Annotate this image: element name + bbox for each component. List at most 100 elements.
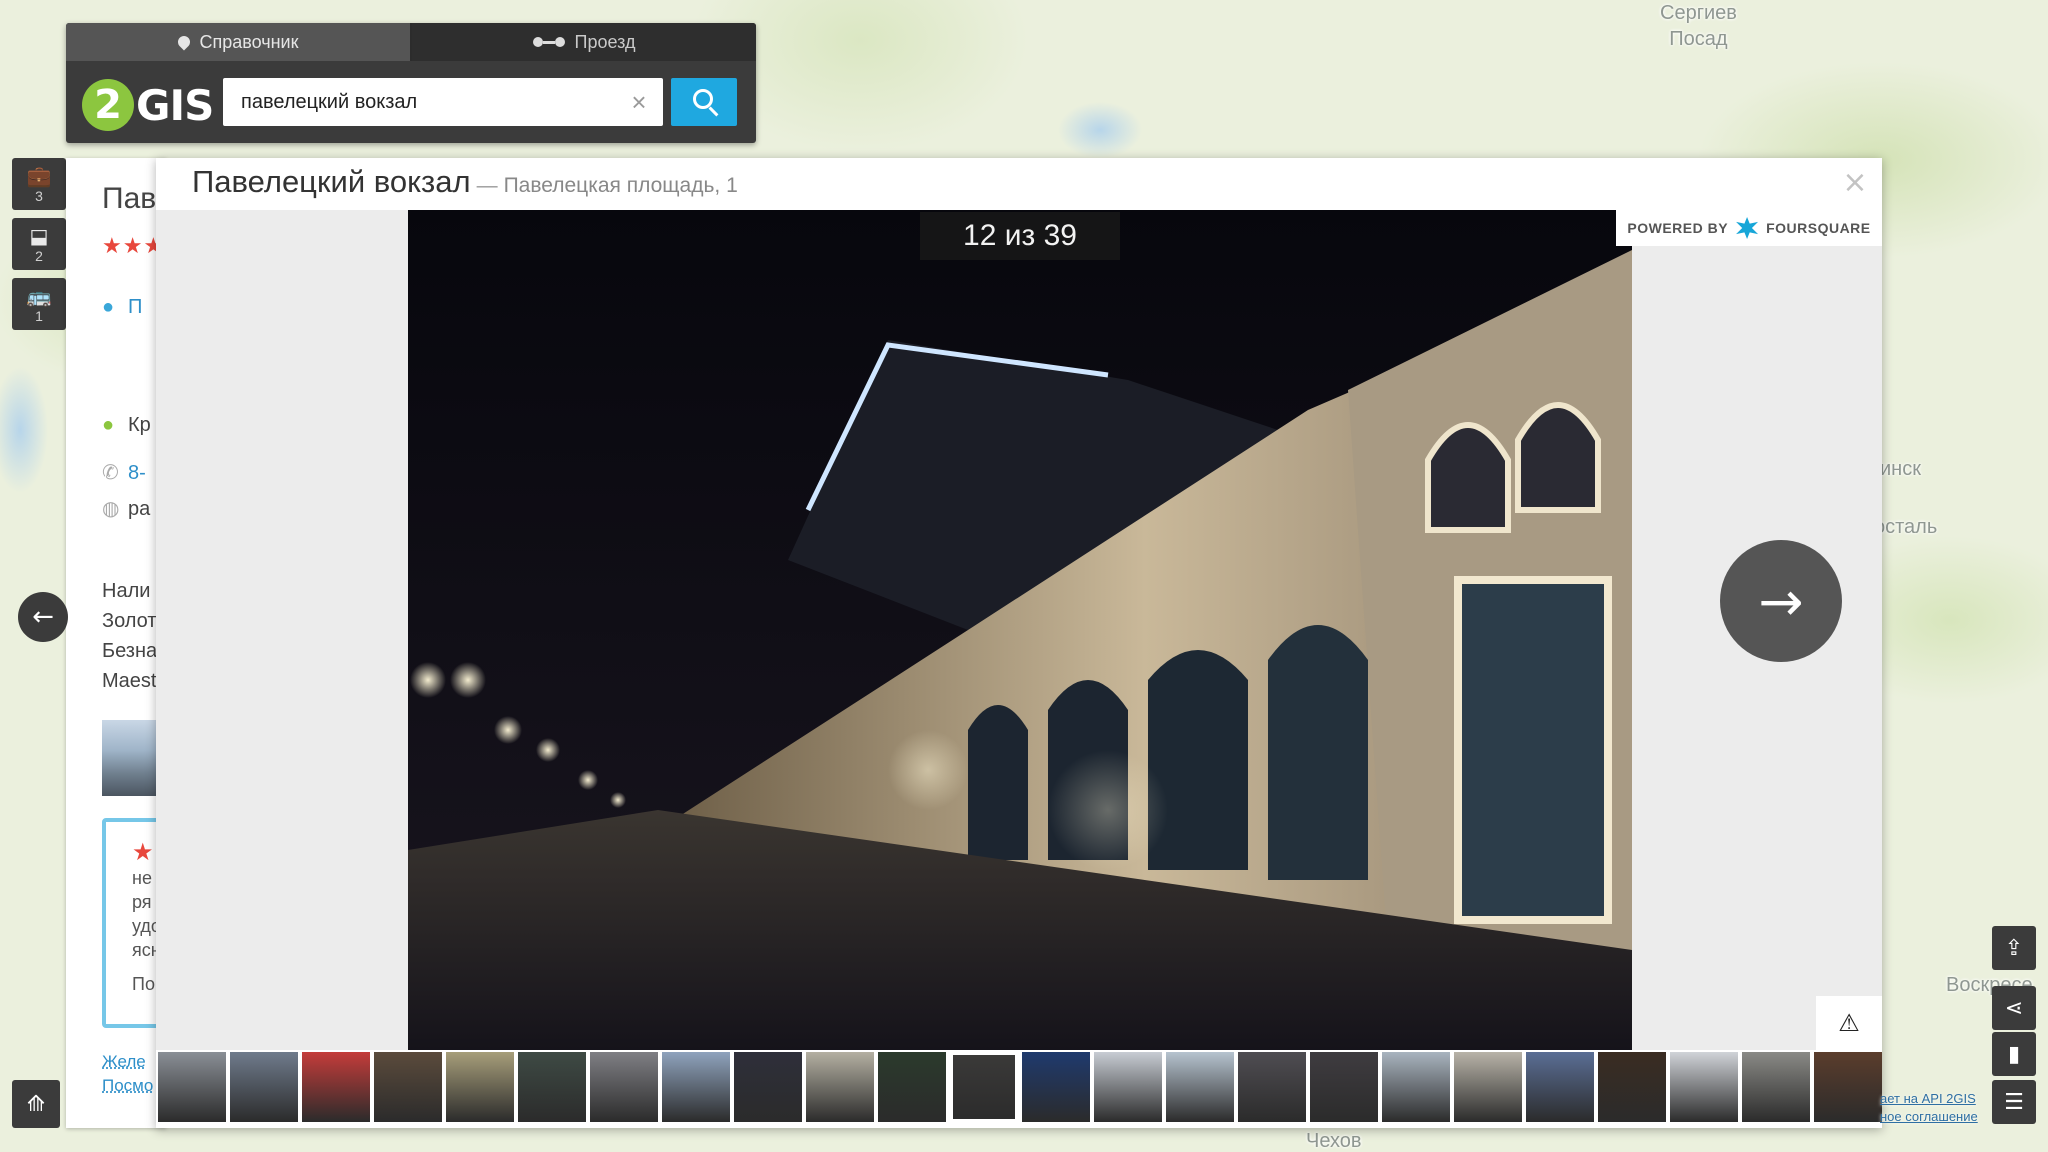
tab-route-label: Проезд xyxy=(574,31,636,52)
thumbnail[interactable] xyxy=(1598,1052,1666,1122)
powered-by-label: POWERED BY xyxy=(1627,220,1729,236)
thumbnail[interactable] xyxy=(518,1052,586,1122)
search-box: × xyxy=(223,78,663,126)
menu-icon: ☰ xyxy=(2004,1089,2024,1115)
ruler-button[interactable]: ⟰ xyxy=(12,1080,60,1128)
thumbnail[interactable] xyxy=(230,1052,298,1122)
thumbnail[interactable] xyxy=(1238,1052,1306,1122)
arrow-right-icon: → xyxy=(1758,569,1804,633)
thumbnail[interactable] xyxy=(158,1052,226,1122)
briefcase-count: 3 xyxy=(35,187,43,204)
search-input[interactable] xyxy=(223,78,663,126)
thumbnail[interactable] xyxy=(302,1052,370,1122)
foursquare-icon xyxy=(1736,217,1759,239)
thumbnail[interactable] xyxy=(590,1052,658,1122)
api-link[interactable]: ает на API 2GIS xyxy=(1880,1090,1978,1108)
map-label-rostal: осталь xyxy=(1874,516,1938,538)
thumbnail-strip xyxy=(156,1050,1882,1128)
gallery-title: Павелецкий вокзал xyxy=(192,164,471,199)
search-icon xyxy=(693,89,713,109)
thumbnail[interactable] xyxy=(734,1052,802,1122)
logo-text: GIS xyxy=(136,80,214,130)
card-payment-3: Безна xyxy=(102,640,158,662)
gallery-title-separator: — xyxy=(476,174,498,197)
search-button[interactable] xyxy=(671,78,737,126)
thumbnail[interactable] xyxy=(950,1050,1018,1122)
feedback-button[interactable]: ▮ xyxy=(1992,1032,2036,1076)
bus-icon: 🚌 xyxy=(26,283,52,308)
clock-icon: ● xyxy=(102,414,115,436)
bus-count: 1 xyxy=(35,307,43,324)
search-tabs: Справочник Проезд xyxy=(66,23,756,61)
gallery-header: Павелецкий вокзал — Павелецкая площадь, … xyxy=(156,158,1882,210)
card-rating-stars: ★★★ xyxy=(102,234,165,259)
photo-counter: 12 из 39 xyxy=(920,212,1120,260)
map-label-sergiev: Сергиев Посад xyxy=(1660,2,1737,50)
left-tool-stamp[interactable]: ⬓ 2 xyxy=(12,218,66,270)
thumbnail[interactable] xyxy=(806,1052,874,1122)
gallery-address: Павелецкая площадь, 1 xyxy=(503,174,738,197)
tab-directory-label: Справочник xyxy=(199,31,299,52)
menu-button[interactable]: ☰ xyxy=(1992,1080,2036,1124)
thumbnail[interactable] xyxy=(1526,1052,1594,1122)
comment-icon: ▮ xyxy=(2007,1041,2021,1067)
tab-route[interactable]: Проезд xyxy=(412,23,756,61)
tab-directory[interactable]: Справочник xyxy=(66,23,412,61)
route-icon xyxy=(532,37,565,47)
thumbnail[interactable] xyxy=(374,1052,442,1122)
share-icon: ⋖ xyxy=(2004,995,2024,1021)
map-label-chekhov: Чехов xyxy=(1306,1130,1362,1152)
arrow-left-icon: ← xyxy=(32,602,54,632)
ruler-icon: ⟰ xyxy=(26,1091,46,1117)
card-address[interactable]: ● П xyxy=(102,296,142,319)
footer-links: ает на API 2GIS ное соглашение xyxy=(1880,1090,1978,1126)
thumbnail[interactable] xyxy=(878,1052,946,1122)
card-phone[interactable]: ✆ 8- xyxy=(102,460,146,485)
provider-label: FOURSQUARE xyxy=(1766,220,1871,236)
photo-gallery: Павелецкий вокзал — Павелецкая площадь, … xyxy=(156,158,1882,1128)
thumbnail[interactable] xyxy=(1022,1052,1090,1122)
briefcase-icon: 💼 xyxy=(26,163,52,188)
stamp-count: 2 xyxy=(35,247,43,264)
powered-by-foursquare[interactable]: POWERED BY FOURSQUARE xyxy=(1616,210,1882,246)
card-hours: ● Кр xyxy=(102,414,151,436)
close-icon[interactable]: × xyxy=(1840,168,1870,198)
pin-icon xyxy=(175,33,192,51)
thumbnail[interactable] xyxy=(1454,1052,1522,1122)
clear-icon[interactable]: × xyxy=(627,89,651,115)
upload-cloud-icon: ⇪ xyxy=(2004,935,2024,961)
thumbnail[interactable] xyxy=(1094,1052,1162,1122)
thumbnail[interactable] xyxy=(1742,1052,1810,1122)
warning-icon: ⚠ xyxy=(1838,1009,1860,1037)
upload-button[interactable]: ⇪ xyxy=(1992,926,2036,970)
thumbnail[interactable] xyxy=(1814,1052,1882,1122)
globe-icon: ◍ xyxy=(102,498,120,520)
card-payment-1: Нали xyxy=(102,580,151,602)
share-button[interactable]: ⋖ xyxy=(1992,986,2036,1030)
map-label-minsk: инск xyxy=(1880,458,1921,480)
card-payment-4: Maest xyxy=(102,670,157,692)
logo-circle: 2 xyxy=(82,79,134,131)
place-card: Паве ★★★ ● П ● Кр ✆ 8- ◍ ра Нали Золот Безна… xyxy=(66,158,166,1128)
thumbnail[interactable] xyxy=(662,1052,730,1122)
left-tool-briefcase[interactable]: 💼 3 xyxy=(12,158,66,210)
report-photo-button[interactable]: ⚠ xyxy=(1816,996,1882,1050)
stamp-icon: ⬓ xyxy=(29,223,49,248)
location-icon: ● xyxy=(102,296,115,318)
thumbnail[interactable] xyxy=(1166,1052,1234,1122)
left-tool-bus[interactable]: 🚌 1 xyxy=(12,278,66,330)
card-site[interactable]: ◍ ра xyxy=(102,496,150,521)
photo-station-night xyxy=(408,210,1632,1050)
thumbnail[interactable] xyxy=(1670,1052,1738,1122)
card-link-railway[interactable]: Желе xyxy=(102,1052,146,1072)
agreement-link[interactable]: ное соглашение xyxy=(1880,1108,1978,1126)
back-arrow-button[interactable]: ← xyxy=(18,592,68,642)
thumbnail[interactable] xyxy=(1310,1052,1378,1122)
gallery-photo[interactable]: 12 из 39 xyxy=(408,210,1632,1050)
thumbnail[interactable] xyxy=(446,1052,514,1122)
logo-2gis[interactable]: 2 GIS xyxy=(82,78,214,132)
next-photo-button[interactable]: → xyxy=(1720,540,1842,662)
thumbnail[interactable] xyxy=(1382,1052,1450,1122)
card-link-view[interactable]: Посмо xyxy=(102,1076,153,1096)
search-panel: Справочник Проезд 2 GIS × xyxy=(66,23,756,143)
